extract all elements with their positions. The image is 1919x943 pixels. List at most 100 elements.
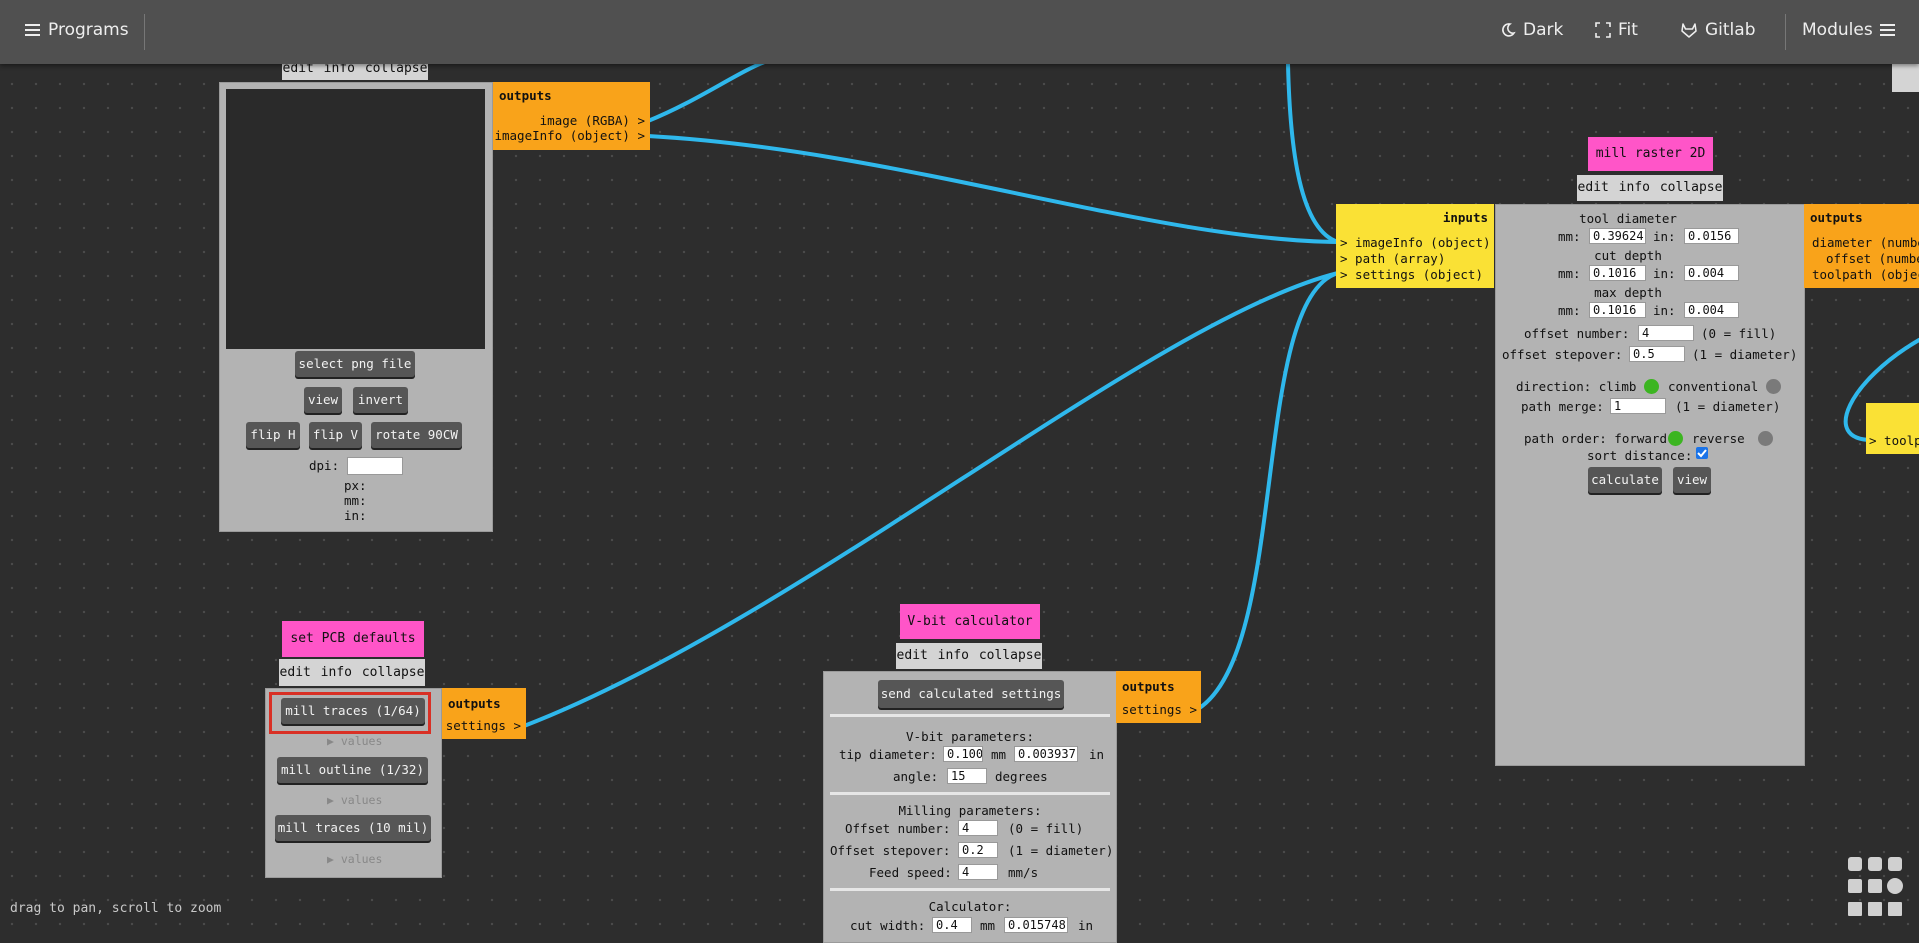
tip-diameter-label: tip diameter: [839,747,937,762]
offset-stepover-input[interactable]: 0.2 [958,842,998,858]
hamburger-icon [25,24,40,36]
offset-number-input[interactable]: 4 [1638,325,1694,341]
max-depth-mm-input[interactable]: 0.1016 [1589,302,1646,318]
cut-depth-in-input[interactable]: 0.004 [1684,265,1739,281]
modules-menu[interactable]: Modules [1802,20,1896,40]
dark-mode-toggle[interactable]: Dark [1500,20,1563,40]
cut-width-mm-input[interactable]: 0.4 [932,917,972,933]
cut-depth-mm-input[interactable]: 0.1016 [1589,265,1646,281]
mm-label: mm: [1558,303,1581,318]
moon-icon [1502,23,1516,37]
offset-number-input[interactable]: 4 [958,820,998,836]
input-imageinfo-port[interactable]: > imageInfo (object) [1340,235,1491,250]
mill-raster-title[interactable]: mill raster 2D [1588,137,1713,171]
output-toolpath-port[interactable]: toolpath (object) [1812,267,1919,282]
sort-distance-label: sort distance: [1587,448,1693,463]
flip-v-button[interactable]: flip V [309,422,362,448]
outputs-heading: outputs [499,88,552,103]
px-label: px: [344,478,367,493]
feed-speed-unit: mm/s [1008,865,1039,880]
partial-module-menu[interactable] [1892,64,1919,92]
path-merge-input[interactable]: 1 [1610,398,1666,414]
offset-number-hint: (0 = fill) [1701,326,1777,341]
offset-stepover-label: offset stepover: [1502,347,1623,362]
conventional-radio[interactable] [1766,379,1781,394]
offset-stepover-label: Offset stepover: [830,843,951,858]
pan-zoom-hint: drag to pan, scroll to zoom [10,901,222,916]
view-button[interactable]: view [1673,467,1711,493]
climb-radio[interactable] [1644,379,1659,394]
tip-diameter-mm-input[interactable]: 0.100 [943,746,983,762]
topbar-divider [1785,14,1786,50]
output-settings-port[interactable]: settings > [1122,702,1197,717]
mill-traces-1-64-button[interactable]: mill traces (1/64) [281,698,425,724]
png-outputs: outputs image (RGBA) > imageInfo (object… [493,82,650,150]
offset-stepover-hint: (1 = diameter) [1008,843,1114,858]
values-toggle[interactable]: ▶ values [327,793,382,807]
dpi-input[interactable] [347,457,403,475]
output-diameter-port[interactable]: diameter (number) [1812,235,1919,250]
wire-imageinfo-to-mill [646,134,1340,244]
gitlab-link[interactable]: Gitlab [1680,20,1756,40]
partial-inputs: > toolp [1866,403,1919,454]
values-toggle[interactable]: ▶ values [327,852,382,866]
hamburger-icon [1879,24,1895,36]
sort-distance-checkbox[interactable] [1696,447,1708,459]
input-path-port[interactable]: > path (array) [1340,251,1445,266]
vbit-outputs: outputs settings > [1116,671,1201,723]
dpi-label: dpi: [309,458,340,473]
programs-menu[interactable]: Programs [25,20,129,40]
fit-button[interactable]: Fit [1595,20,1638,40]
input-toolpath-port[interactable]: > toolp [1869,433,1919,448]
offset-stepover-input[interactable]: 0.5 [1629,346,1685,362]
in-label: in: [1653,229,1676,244]
invert-button[interactable]: invert [353,387,408,413]
reverse-radio[interactable] [1758,431,1773,446]
flip-h-button[interactable]: flip H [246,422,300,448]
in-label: in: [344,508,367,523]
tip-diameter-in-input[interactable]: 0.003937 [1014,746,1078,762]
output-offset-port[interactable]: offset (number) [1826,251,1919,266]
top-bar: Programs Dark Fit Gitlab Modules [0,0,1919,64]
outputs-heading: outputs [1122,679,1175,694]
angle-input[interactable]: 15 [947,768,987,784]
offset-stepover-hint: (1 = diameter) [1692,347,1798,362]
app-grid-icon[interactable] [1846,855,1904,921]
send-calculated-settings-button[interactable]: send calculated settings [878,680,1064,708]
vbit-calculator-module: send calculated settings V-bit parameter… [823,671,1117,943]
pcb-defaults-menu[interactable]: edit info collapse [279,659,425,686]
mill-raster-outputs: outputs diameter (number) offset (number… [1804,204,1919,288]
rotate-90cw-button[interactable]: rotate 90CW [371,422,462,448]
values-toggle[interactable]: ▶ values [327,734,382,748]
gitlab-label: Gitlab [1705,20,1756,40]
divider [830,792,1110,795]
tool-diameter-in-input[interactable]: 0.0156 [1684,228,1739,244]
vbit-calculator-menu[interactable]: edit info collapse [896,643,1042,669]
select-png-file-button[interactable]: select png file [295,351,415,377]
path-merge-hint: (1 = diameter) [1675,399,1781,414]
mill-traces-10-mil-button[interactable]: mill traces (10 mil) [275,815,431,841]
tool-diameter-mm-input[interactable]: 0.39624 [1589,228,1646,244]
modules-label: Modules [1802,20,1873,40]
pcb-defaults-title[interactable]: set PCB defaults [282,621,424,657]
calculate-button[interactable]: calculate [1588,467,1662,493]
cut-width-in-input[interactable]: 0.015748 [1004,917,1068,933]
output-settings-port[interactable]: settings > [446,718,521,733]
max-depth-in-input[interactable]: 0.004 [1684,302,1739,318]
outputs-heading: outputs [1810,210,1863,225]
max-depth-label: max depth [1594,285,1662,300]
vbit-calculator-title[interactable]: V-bit calculator [900,604,1040,639]
output-imageinfo-port[interactable]: imageInfo (object) > [494,128,645,143]
mill-outline-1-32-button[interactable]: mill outline (1/32) [277,757,428,783]
output-image-port[interactable]: image (RGBA) > [540,113,645,128]
outputs-heading: outputs [448,696,501,711]
forward-radio[interactable] [1668,431,1683,446]
view-button[interactable]: view [304,387,342,413]
input-settings-port[interactable]: > settings (object) [1340,267,1483,282]
path-order-label: path order: forward [1524,431,1667,446]
feed-speed-input[interactable]: 4 [958,864,998,880]
mm-label: mm: [344,493,367,508]
offset-number-label: Offset number: [845,821,951,836]
mill-raster-menu[interactable]: edit info collapse [1577,175,1723,201]
mm-unit: mm [980,918,996,933]
